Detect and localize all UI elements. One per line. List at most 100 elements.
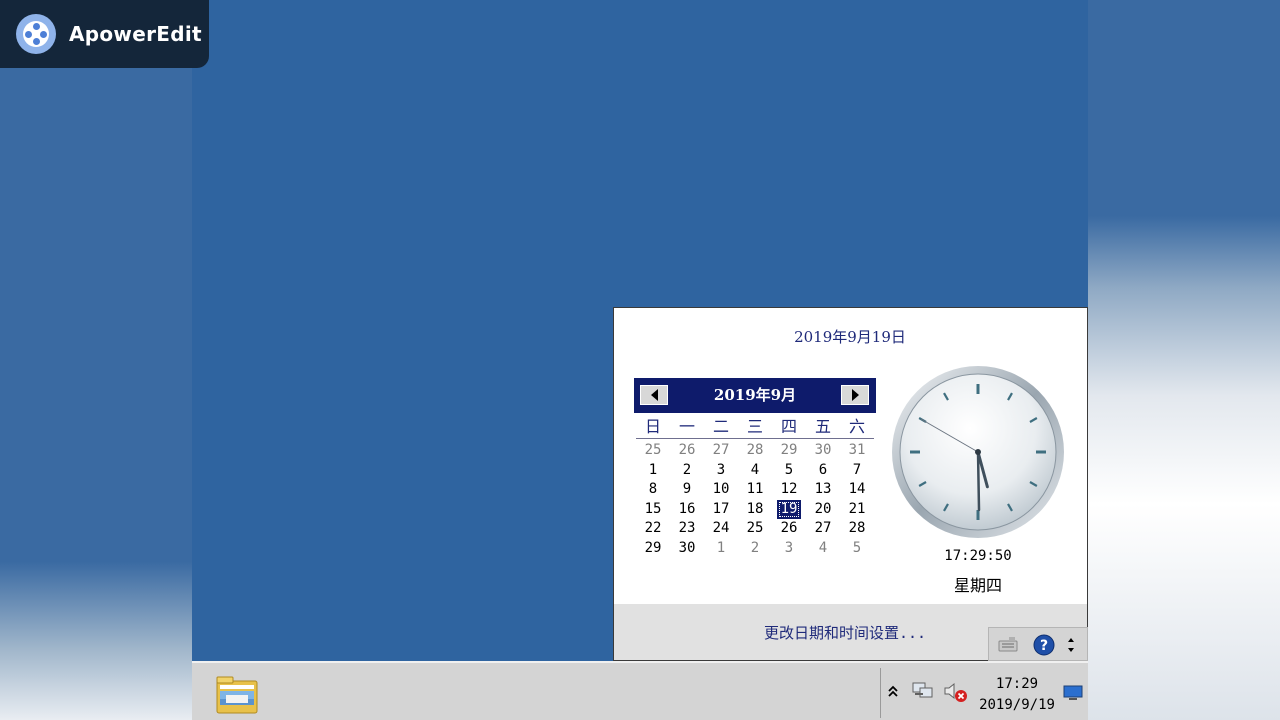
calendar-day-number: 21 bbox=[848, 500, 866, 517]
calendar-day[interactable]: 3 bbox=[772, 539, 806, 559]
film-reel-icon bbox=[16, 14, 56, 54]
show-hidden-chevron-icon[interactable] bbox=[887, 684, 899, 698]
system-tray: 17:29 2019/9/19 bbox=[880, 668, 1088, 718]
calendar-month-title[interactable]: 2019年9月 bbox=[634, 378, 876, 413]
svg-text:?: ? bbox=[1040, 638, 1048, 654]
volume-muted-icon[interactable] bbox=[943, 681, 969, 703]
help-icon[interactable]: ? bbox=[1033, 634, 1055, 656]
calendar-day[interactable]: 21 bbox=[840, 500, 874, 520]
network-icon[interactable] bbox=[911, 681, 935, 701]
calendar-day-number: 18 bbox=[746, 500, 764, 517]
calendar-day[interactable]: 30 bbox=[806, 441, 840, 461]
calendar-day[interactable]: 6 bbox=[806, 461, 840, 481]
calendar-day-number: 11 bbox=[746, 481, 764, 497]
calendar-day[interactable]: 29 bbox=[636, 539, 670, 559]
taskbar: ? 17:29 2019/9/19 bbox=[192, 627, 1088, 720]
calendar-day[interactable]: 7 bbox=[840, 461, 874, 481]
calendar-day[interactable]: 11 bbox=[738, 480, 772, 500]
calendar-day[interactable]: 24 bbox=[704, 519, 738, 539]
grip-icon[interactable] bbox=[1065, 634, 1077, 656]
calendar-day[interactable]: 2 bbox=[670, 461, 704, 481]
calendar-day[interactable]: 2 bbox=[738, 539, 772, 559]
calendar-day[interactable]: 25 bbox=[636, 441, 670, 461]
calendar-day[interactable]: 23 bbox=[670, 519, 704, 539]
analog-clock bbox=[892, 366, 1064, 538]
calendar-day[interactable]: 13 bbox=[806, 480, 840, 500]
calendar-day-number: 28 bbox=[746, 442, 764, 458]
calendar-day-number: 20 bbox=[814, 500, 832, 517]
change-datetime-settings-link[interactable]: 更改日期和时间设置... bbox=[764, 622, 926, 643]
calendar-week-row: 29 30 1 2 3 4 5 bbox=[636, 539, 874, 559]
calendar-day-number: 27 bbox=[814, 520, 832, 536]
calendar-day[interactable]: 31 bbox=[840, 441, 874, 461]
calendar-day-number: 4 bbox=[750, 461, 760, 478]
calendar-day-selected[interactable]: 19 bbox=[772, 499, 806, 520]
calendar-day[interactable]: 8 bbox=[636, 480, 670, 500]
calendar-week-row: 22 23 24 25 26 27 28 bbox=[636, 519, 874, 539]
calendar-weekday-label: 六 bbox=[848, 417, 865, 436]
calendar-prev-button[interactable] bbox=[640, 385, 668, 405]
calendar-day[interactable]: 26 bbox=[772, 519, 806, 539]
calendar-day[interactable]: 12 bbox=[772, 480, 806, 500]
calendar-day-number: 25 bbox=[644, 442, 662, 458]
calendar-day[interactable]: 27 bbox=[704, 441, 738, 461]
calendar-day[interactable]: 1 bbox=[704, 539, 738, 559]
calendar-day[interactable]: 15 bbox=[636, 500, 670, 520]
calendar-day-number: 13 bbox=[814, 481, 832, 497]
calendar-day-number: 12 bbox=[780, 481, 798, 497]
calendar-week-row: 25 26 27 28 29 30 31 bbox=[636, 441, 874, 461]
calendar-day-number: 2 bbox=[750, 539, 760, 556]
calendar-weekday-label: 日 bbox=[644, 417, 661, 436]
calendar-day-number: 29 bbox=[780, 442, 798, 458]
calendar-day[interactable]: 29 bbox=[772, 441, 806, 461]
calendar-day-number: 19 bbox=[776, 499, 802, 519]
calendar-day-number: 3 bbox=[784, 539, 794, 556]
calendar-day[interactable]: 10 bbox=[704, 480, 738, 500]
calendar-day[interactable]: 18 bbox=[738, 500, 772, 520]
calendar-day-number: 26 bbox=[780, 520, 798, 536]
clock-center bbox=[975, 449, 981, 455]
calendar-day[interactable]: 16 bbox=[670, 500, 704, 520]
calendar-day[interactable]: 17 bbox=[704, 500, 738, 520]
calendar-day[interactable]: 20 bbox=[806, 500, 840, 520]
calendar-day[interactable]: 1 bbox=[636, 461, 670, 481]
keyboard-icon[interactable] bbox=[997, 634, 1019, 656]
calendar-weekday-label: 二 bbox=[712, 417, 729, 436]
calendar-next-button[interactable] bbox=[841, 385, 869, 405]
calendar-day-number: 30 bbox=[814, 442, 832, 458]
calendar-day-number: 26 bbox=[678, 442, 696, 458]
calendar-day[interactable]: 4 bbox=[738, 461, 772, 481]
calendar-day[interactable]: 28 bbox=[738, 441, 772, 461]
calendar-day[interactable]: 14 bbox=[840, 480, 874, 500]
calendar-day-number: 27 bbox=[712, 442, 730, 458]
calendar-day[interactable]: 9 bbox=[670, 480, 704, 500]
calendar-day-number: 25 bbox=[746, 520, 764, 536]
calendar-weekday-label: 五 bbox=[814, 417, 831, 436]
calendar-day-number: 7 bbox=[852, 461, 862, 478]
calendar-day-number: 14 bbox=[848, 481, 866, 497]
calendar-day[interactable]: 3 bbox=[704, 461, 738, 481]
calendar-day[interactable]: 5 bbox=[772, 461, 806, 481]
tray-clock-date[interactable]: 2019/9/19 bbox=[975, 697, 1059, 713]
calendar-day[interactable]: 30 bbox=[670, 539, 704, 559]
calendar-week-row: 15 16 17 18 19 20 21 bbox=[636, 499, 874, 520]
calendar-day[interactable]: 22 bbox=[636, 519, 670, 539]
calendar-day[interactable]: 28 bbox=[840, 519, 874, 539]
calendar-day[interactable]: 27 bbox=[806, 519, 840, 539]
folder-icon[interactable] bbox=[214, 673, 260, 717]
calendar-day[interactable]: 4 bbox=[806, 539, 840, 559]
tray-clock-time[interactable]: 17:29 bbox=[981, 676, 1053, 692]
calendar-grid: 日一二三四五六 25 26 27 28 29 30 31 1 2 3 4 5 6 7 8 9 10 11 12 13 14… bbox=[636, 416, 874, 558]
calendar-weekday-label: 三 bbox=[746, 417, 763, 436]
triangle-left-icon bbox=[650, 389, 658, 401]
calendar-week-row: 8 9 10 11 12 13 14 bbox=[636, 480, 874, 500]
calendar-day-number: 15 bbox=[644, 500, 662, 517]
digital-time: 17:29:50 bbox=[944, 548, 1012, 564]
calendar-day[interactable]: 26 bbox=[670, 441, 704, 461]
calendar-day-number: 6 bbox=[818, 461, 828, 478]
monitor-icon[interactable] bbox=[1063, 685, 1083, 701]
calendar-day-number: 9 bbox=[682, 481, 692, 497]
pillarbox-left bbox=[0, 0, 192, 720]
calendar-day[interactable]: 5 bbox=[840, 539, 874, 559]
calendar-day[interactable]: 25 bbox=[738, 519, 772, 539]
